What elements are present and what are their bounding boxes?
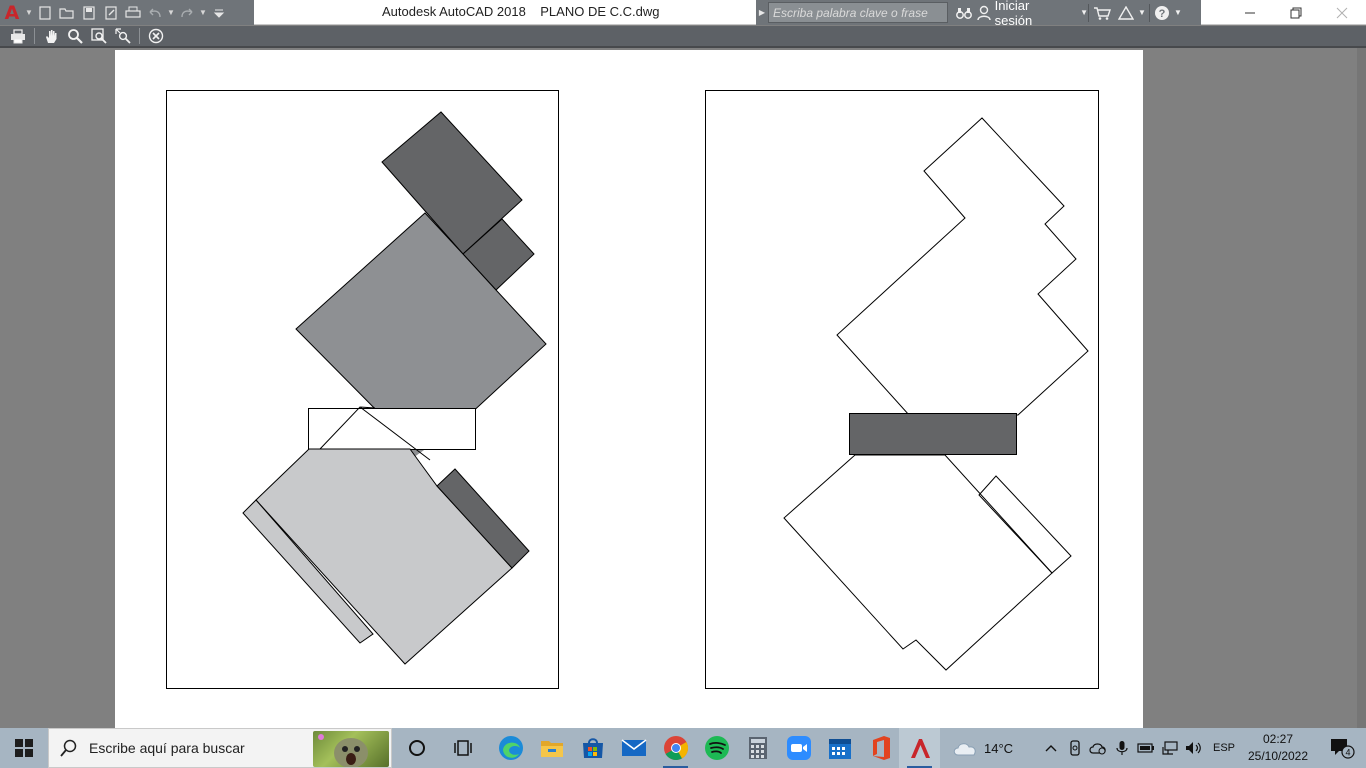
calendar-icon[interactable] — [819, 728, 860, 768]
user-icon — [977, 5, 991, 20]
quick-access-toolbar: A ▼ ▼ ▼ — [0, 0, 254, 25]
battery-icon[interactable] — [1136, 728, 1156, 768]
undo-dropdown-icon[interactable]: ▼ — [166, 3, 176, 23]
cloud-icon — [953, 743, 976, 756]
zoom-meetings-icon[interactable] — [778, 728, 819, 768]
lower-outline-shape — [783, 454, 1053, 671]
file-explorer-icon[interactable] — [531, 728, 572, 768]
volume-icon[interactable] — [1184, 728, 1204, 768]
chrome-icon[interactable] — [655, 728, 696, 768]
svg-text:?: ? — [1159, 8, 1166, 20]
customize-icon[interactable] — [208, 3, 230, 23]
restore-button[interactable] — [1273, 0, 1319, 25]
plot-preview-viewport[interactable] — [0, 48, 1366, 728]
expand-search-icon[interactable]: ▶ — [756, 0, 768, 25]
close-preview-icon[interactable] — [144, 26, 168, 46]
meet-now-icon[interactable] — [1066, 728, 1084, 768]
zoom-original-icon[interactable] — [111, 26, 135, 46]
drawing-canvas — [166, 90, 1099, 689]
plot-preview-toolbar — [0, 26, 1366, 48]
zoom-icon[interactable] — [63, 26, 87, 46]
divider — [139, 28, 140, 44]
autocad-taskbar-icon[interactable] — [899, 728, 940, 768]
title-bar: A ▼ ▼ ▼ Autodesk AutoCAD 2018 PLANO DE C… — [0, 0, 1366, 28]
office-icon[interactable] — [860, 728, 901, 768]
calculator-icon[interactable] — [737, 728, 778, 768]
zoom-window-icon[interactable] — [87, 26, 111, 46]
weather-widget[interactable]: 14°C — [952, 728, 1032, 768]
new-icon[interactable] — [34, 3, 56, 23]
taskbar-clock[interactable]: 02:27 25/10/2022 — [1242, 731, 1314, 765]
spotify-icon[interactable] — [696, 728, 737, 768]
mail-icon[interactable] — [613, 728, 654, 768]
save-icon[interactable] — [78, 3, 100, 23]
open-icon[interactable] — [56, 3, 78, 23]
network-icon[interactable] — [1160, 728, 1180, 768]
task-view-icon[interactable] — [443, 728, 484, 768]
print-icon[interactable] — [6, 26, 30, 46]
search-icon — [49, 739, 89, 757]
pan-icon[interactable] — [39, 26, 63, 46]
lower-outline-strip — [978, 475, 1072, 574]
cart-icon[interactable] — [1089, 0, 1115, 25]
autocad-app-icon[interactable]: A — [0, 0, 24, 25]
search-highlight-image — [313, 731, 389, 767]
help-icon[interactable]: ? ▼ — [1150, 0, 1186, 25]
dark-gray-band — [849, 413, 1017, 455]
weather-temperature: 14°C — [984, 740, 1014, 756]
minimize-button[interactable] — [1227, 0, 1273, 25]
taskbar-search-placeholder: Escribe aquí para buscar — [89, 740, 245, 756]
info-center: ▶ Iniciar sesión ▼ ▼ ? ▼ — [756, 0, 1201, 28]
microsoft-store-icon[interactable] — [572, 728, 613, 768]
binoculars-icon[interactable] — [952, 0, 976, 25]
start-button[interactable] — [0, 728, 48, 768]
close-window-button[interactable] — [1319, 0, 1365, 25]
window-title: Autodesk AutoCAD 2018 PLANO DE C.C.dwg — [382, 4, 660, 19]
microphone-icon[interactable] — [1112, 728, 1132, 768]
notification-center-button[interactable]: 4 — [1318, 728, 1366, 768]
windows-logo-icon — [15, 739, 33, 757]
edge-icon[interactable] — [490, 728, 531, 768]
divider — [34, 28, 35, 44]
onedrive-sync-icon[interactable] — [1088, 728, 1108, 768]
keyword-search-input[interactable] — [768, 2, 948, 23]
upper-outline-shape — [836, 117, 1089, 416]
sign-in-button[interactable]: Iniciar sesión ▼ — [976, 0, 1088, 28]
white-outline-band — [308, 408, 476, 450]
windows-taskbar: Escribe aquí para buscar 14°C ESP 02:27 … — [0, 728, 1366, 768]
clock-date: 25/10/2022 — [1247, 749, 1309, 763]
a360-icon[interactable]: ▼ — [1115, 0, 1149, 25]
sign-in-label: Iniciar sesión — [994, 0, 1033, 28]
input-language-indicator[interactable]: ESP — [1212, 728, 1236, 768]
cortana-icon[interactable] — [396, 728, 437, 768]
redo-icon[interactable] — [176, 3, 198, 23]
notification-count: 4 — [1345, 748, 1350, 758]
app-menu-dropdown-icon[interactable]: ▼ — [24, 3, 34, 23]
show-hidden-icons-chevron-icon[interactable] — [1042, 728, 1060, 768]
taskbar-search-box[interactable]: Escribe aquí para buscar — [48, 728, 392, 768]
notification-icon: 4 — [1331, 739, 1355, 759]
sign-in-dropdown-icon[interactable]: ▼ — [1080, 8, 1088, 17]
clock-time: 02:27 — [1262, 732, 1294, 746]
redo-dropdown-icon[interactable]: ▼ — [198, 3, 208, 23]
undo-icon[interactable] — [144, 3, 166, 23]
save-as-icon[interactable] — [100, 3, 122, 23]
plot-icon[interactable] — [122, 3, 144, 23]
